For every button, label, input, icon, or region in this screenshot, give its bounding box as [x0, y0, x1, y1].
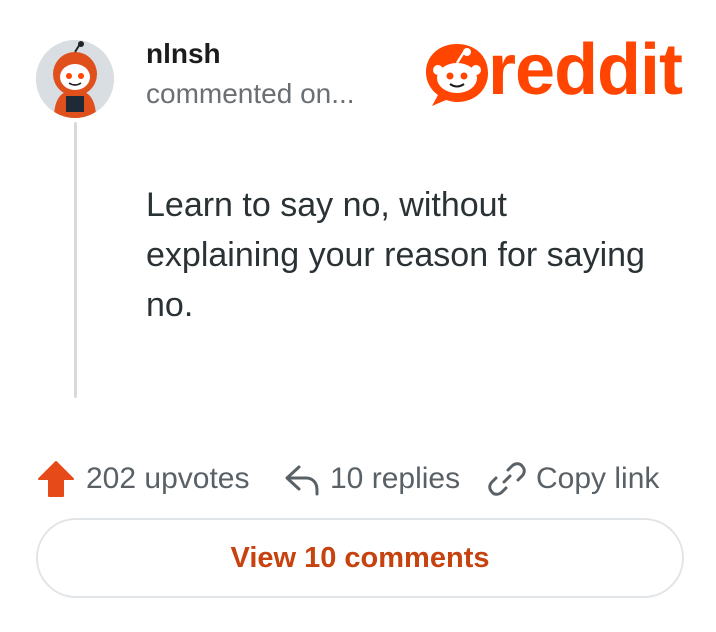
comment-body: Learn to say no, without explaining your… [146, 186, 645, 324]
view-comments-button[interactable]: View 10 comments [36, 518, 684, 598]
reply-count: 10 replies [330, 462, 461, 495]
username[interactable]: nlnsh [146, 38, 221, 70]
reddit-wordmark: reddit [488, 30, 683, 110]
upvote-button[interactable]: 202 upvotes [36, 454, 249, 504]
chain-link-icon [488, 462, 526, 496]
copy-link-button[interactable]: Copy link [488, 454, 659, 504]
upvote-arrow-icon [38, 461, 74, 497]
reply-arrow-icon [285, 465, 319, 496]
reddit-logo: reddit [424, 30, 686, 110]
copy-link-label: Copy link [536, 462, 660, 495]
snoo-avatar-icon [36, 40, 114, 118]
thread-line [74, 122, 77, 398]
user-avatar[interactable] [36, 40, 114, 118]
action-bar: 202 upvotes 10 replies Copy link [36, 454, 696, 504]
snoo-logo-icon [426, 44, 488, 106]
upvote-count: 202 upvotes [86, 462, 250, 495]
comment-meta: commented on... [146, 78, 355, 109]
reply-button[interactable]: 10 replies [282, 454, 460, 504]
